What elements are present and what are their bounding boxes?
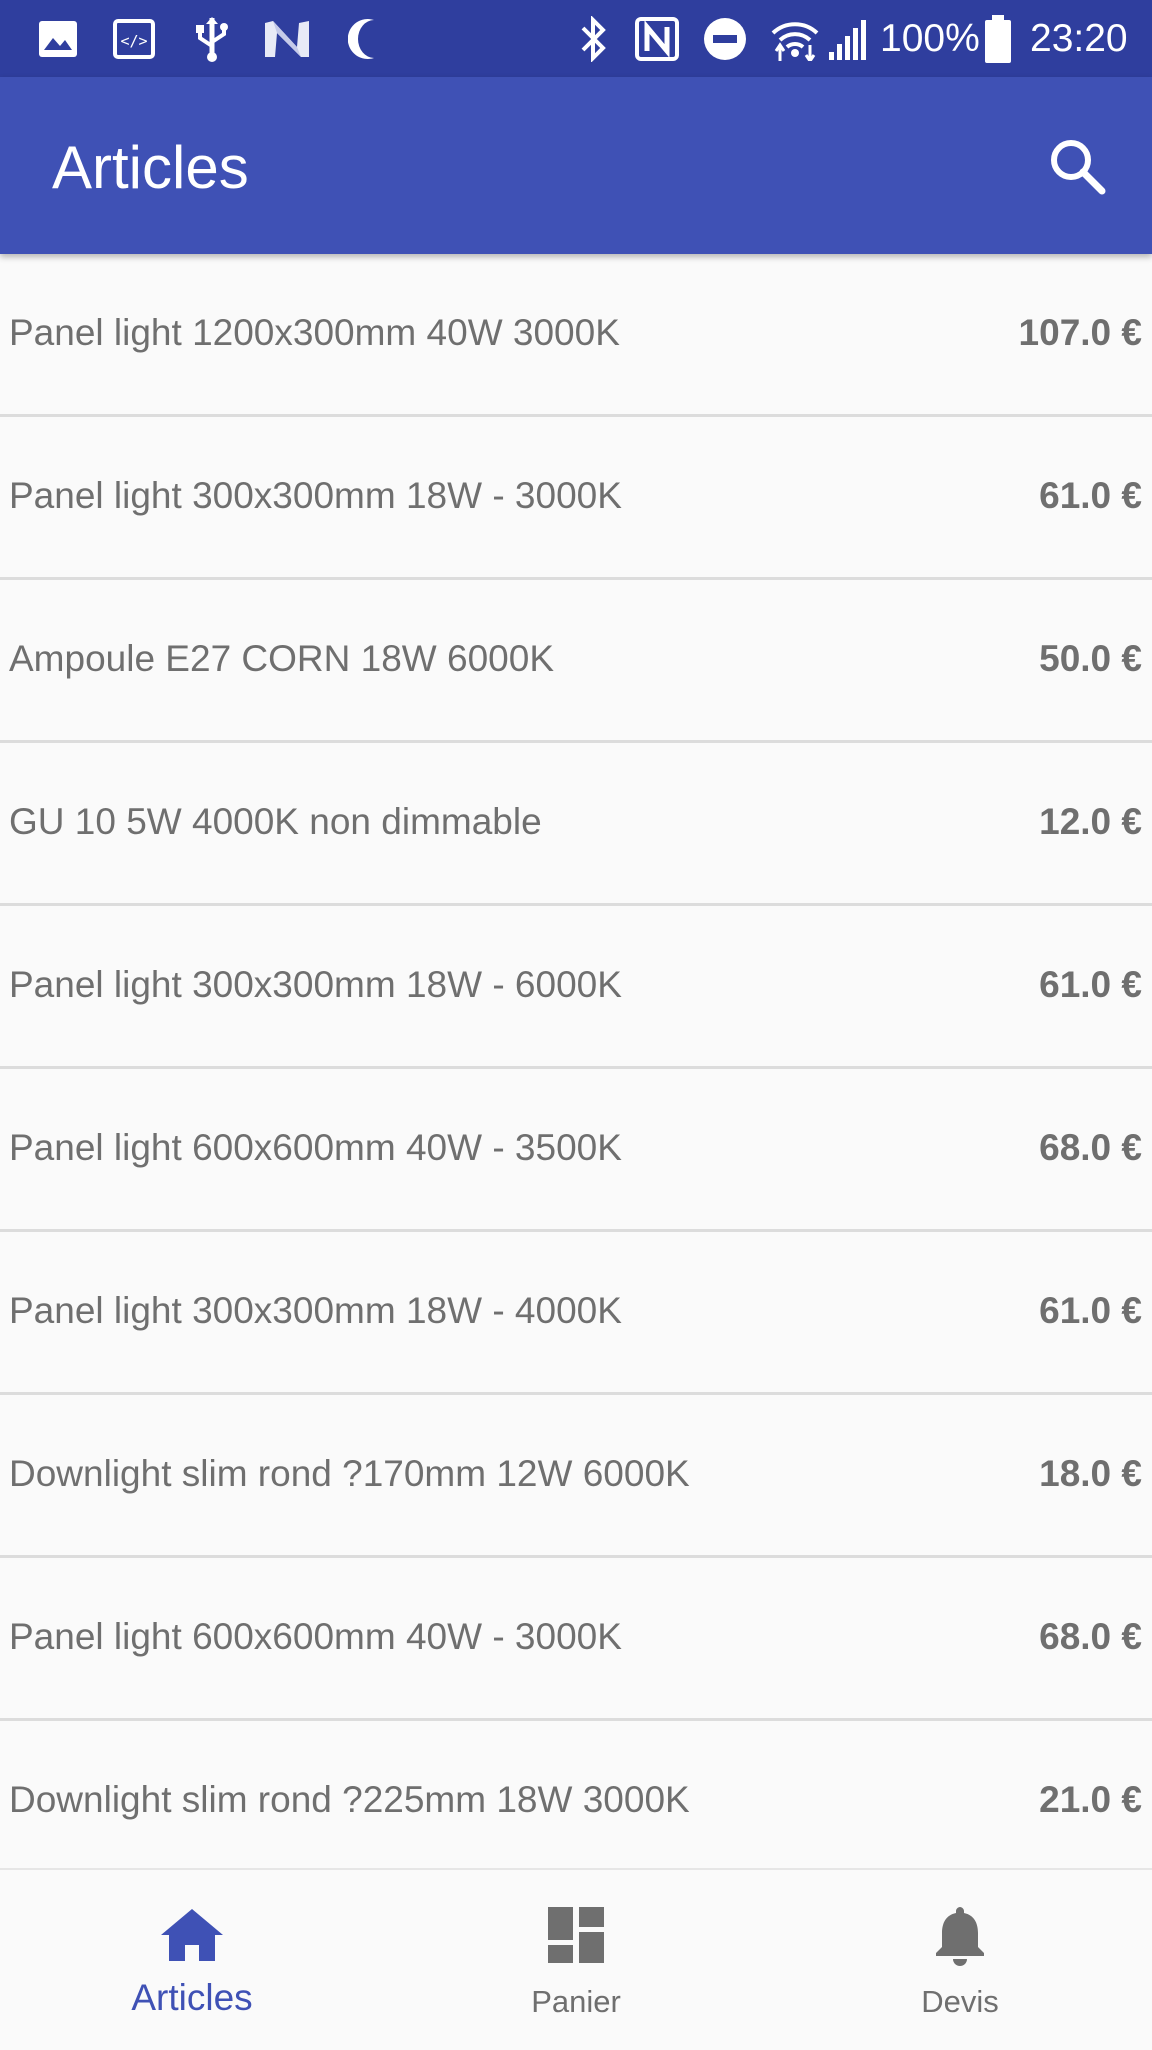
wifi-icon bbox=[770, 16, 820, 62]
usb-icon bbox=[190, 16, 234, 62]
article-name: Panel light 600x600mm 40W - 3500K bbox=[9, 1127, 622, 1168]
article-name: Downlight slim rond ?170mm 12W 6000K bbox=[9, 1453, 690, 1494]
article-name: Downlight slim rond ?225mm 18W 3000K bbox=[9, 1779, 690, 1820]
do-not-disturb-icon bbox=[702, 16, 748, 62]
list-item[interactable]: Panel light 300x300mm 18W - 3000K 61.0 € bbox=[0, 417, 1152, 580]
article-price: 21.0 € bbox=[1039, 1779, 1142, 1820]
article-name: Panel light 300x300mm 18W - 3000K bbox=[9, 475, 622, 516]
article-price: 61.0 € bbox=[1039, 475, 1142, 516]
app-bar: Articles bbox=[0, 77, 1152, 254]
list-item[interactable]: Panel light 600x600mm 40W - 3500K 68.0 € bbox=[0, 1069, 1152, 1232]
list-item[interactable]: Panel light 300x300mm 18W - 6000K 61.0 € bbox=[0, 906, 1152, 1069]
article-price: 61.0 € bbox=[1039, 1290, 1142, 1331]
list-item[interactable]: Panel light 300x300mm 18W - 4000K 61.0 € bbox=[0, 1232, 1152, 1395]
nav-label-articles: Articles bbox=[131, 1977, 253, 2018]
search-icon bbox=[1051, 140, 1106, 195]
article-price: 107.0 € bbox=[1018, 312, 1142, 353]
bottom-navigation: Articles Panier Devis bbox=[0, 1868, 1152, 2048]
article-list[interactable]: Panel light 1200x300mm 40W 3000K 107.0 € P… bbox=[0, 254, 1152, 1869]
nav-item-devis[interactable]: Devis bbox=[768, 1870, 1152, 2050]
article-price: 68.0 € bbox=[1039, 1616, 1142, 1657]
article-price: 12.0 € bbox=[1039, 801, 1142, 842]
list-item[interactable]: Panel light 600x600mm 40W - 3000K 68.0 € bbox=[0, 1558, 1152, 1721]
list-item[interactable]: GU 10 5W 4000K non dimmable 12.0 € bbox=[0, 743, 1152, 906]
bell-icon bbox=[768, 1900, 1152, 1970]
battery-icon bbox=[982, 15, 1014, 63]
article-price: 18.0 € bbox=[1039, 1453, 1142, 1494]
page-title: Articles bbox=[52, 134, 249, 201]
svg-text:</>: </> bbox=[120, 32, 147, 50]
search-button[interactable] bbox=[1042, 131, 1112, 201]
nav-label-devis: Devis bbox=[921, 1984, 999, 2019]
article-name: GU 10 5W 4000K non dimmable bbox=[9, 801, 542, 842]
battery-percentage: 100% bbox=[880, 17, 980, 60]
n-logo-icon bbox=[262, 16, 312, 62]
list-item[interactable]: Panel light 1200x300mm 40W 3000K 107.0 € bbox=[0, 254, 1152, 417]
nfc-icon bbox=[634, 16, 680, 62]
list-item[interactable]: Downlight slim rond ?225mm 18W 3000K 21.0… bbox=[0, 1721, 1152, 1869]
nav-item-articles[interactable]: Articles bbox=[0, 1870, 384, 2050]
clock: 23:20 bbox=[1030, 17, 1128, 60]
article-name: Panel light 600x600mm 40W - 3000K bbox=[9, 1616, 622, 1657]
status-bar: </> 100% 23:20 bbox=[0, 0, 1152, 77]
code-icon: </> bbox=[112, 16, 156, 62]
nav-label-panier: Panier bbox=[531, 1984, 621, 2019]
article-name: Ampoule E27 CORN 18W 6000K bbox=[9, 638, 554, 679]
article-name: Panel light 300x300mm 18W - 4000K bbox=[9, 1290, 622, 1331]
dashboard-icon bbox=[384, 1900, 768, 1970]
image-icon bbox=[36, 16, 80, 62]
signal-icon bbox=[826, 16, 868, 62]
bluetooth-icon bbox=[574, 16, 614, 62]
list-item[interactable]: Ampoule E27 CORN 18W 6000K 50.0 € bbox=[0, 580, 1152, 743]
nav-item-panier[interactable]: Panier bbox=[384, 1870, 768, 2050]
article-price: 61.0 € bbox=[1039, 964, 1142, 1005]
home-icon bbox=[0, 1900, 384, 1970]
moon-icon bbox=[344, 16, 388, 62]
list-item[interactable]: Downlight slim rond ?170mm 12W 6000K 18.0… bbox=[0, 1395, 1152, 1558]
article-price: 50.0 € bbox=[1039, 638, 1142, 679]
article-price: 68.0 € bbox=[1039, 1127, 1142, 1168]
article-name: Panel light 300x300mm 18W - 6000K bbox=[9, 964, 622, 1005]
article-name: Panel light 1200x300mm 40W 3000K bbox=[9, 312, 620, 353]
